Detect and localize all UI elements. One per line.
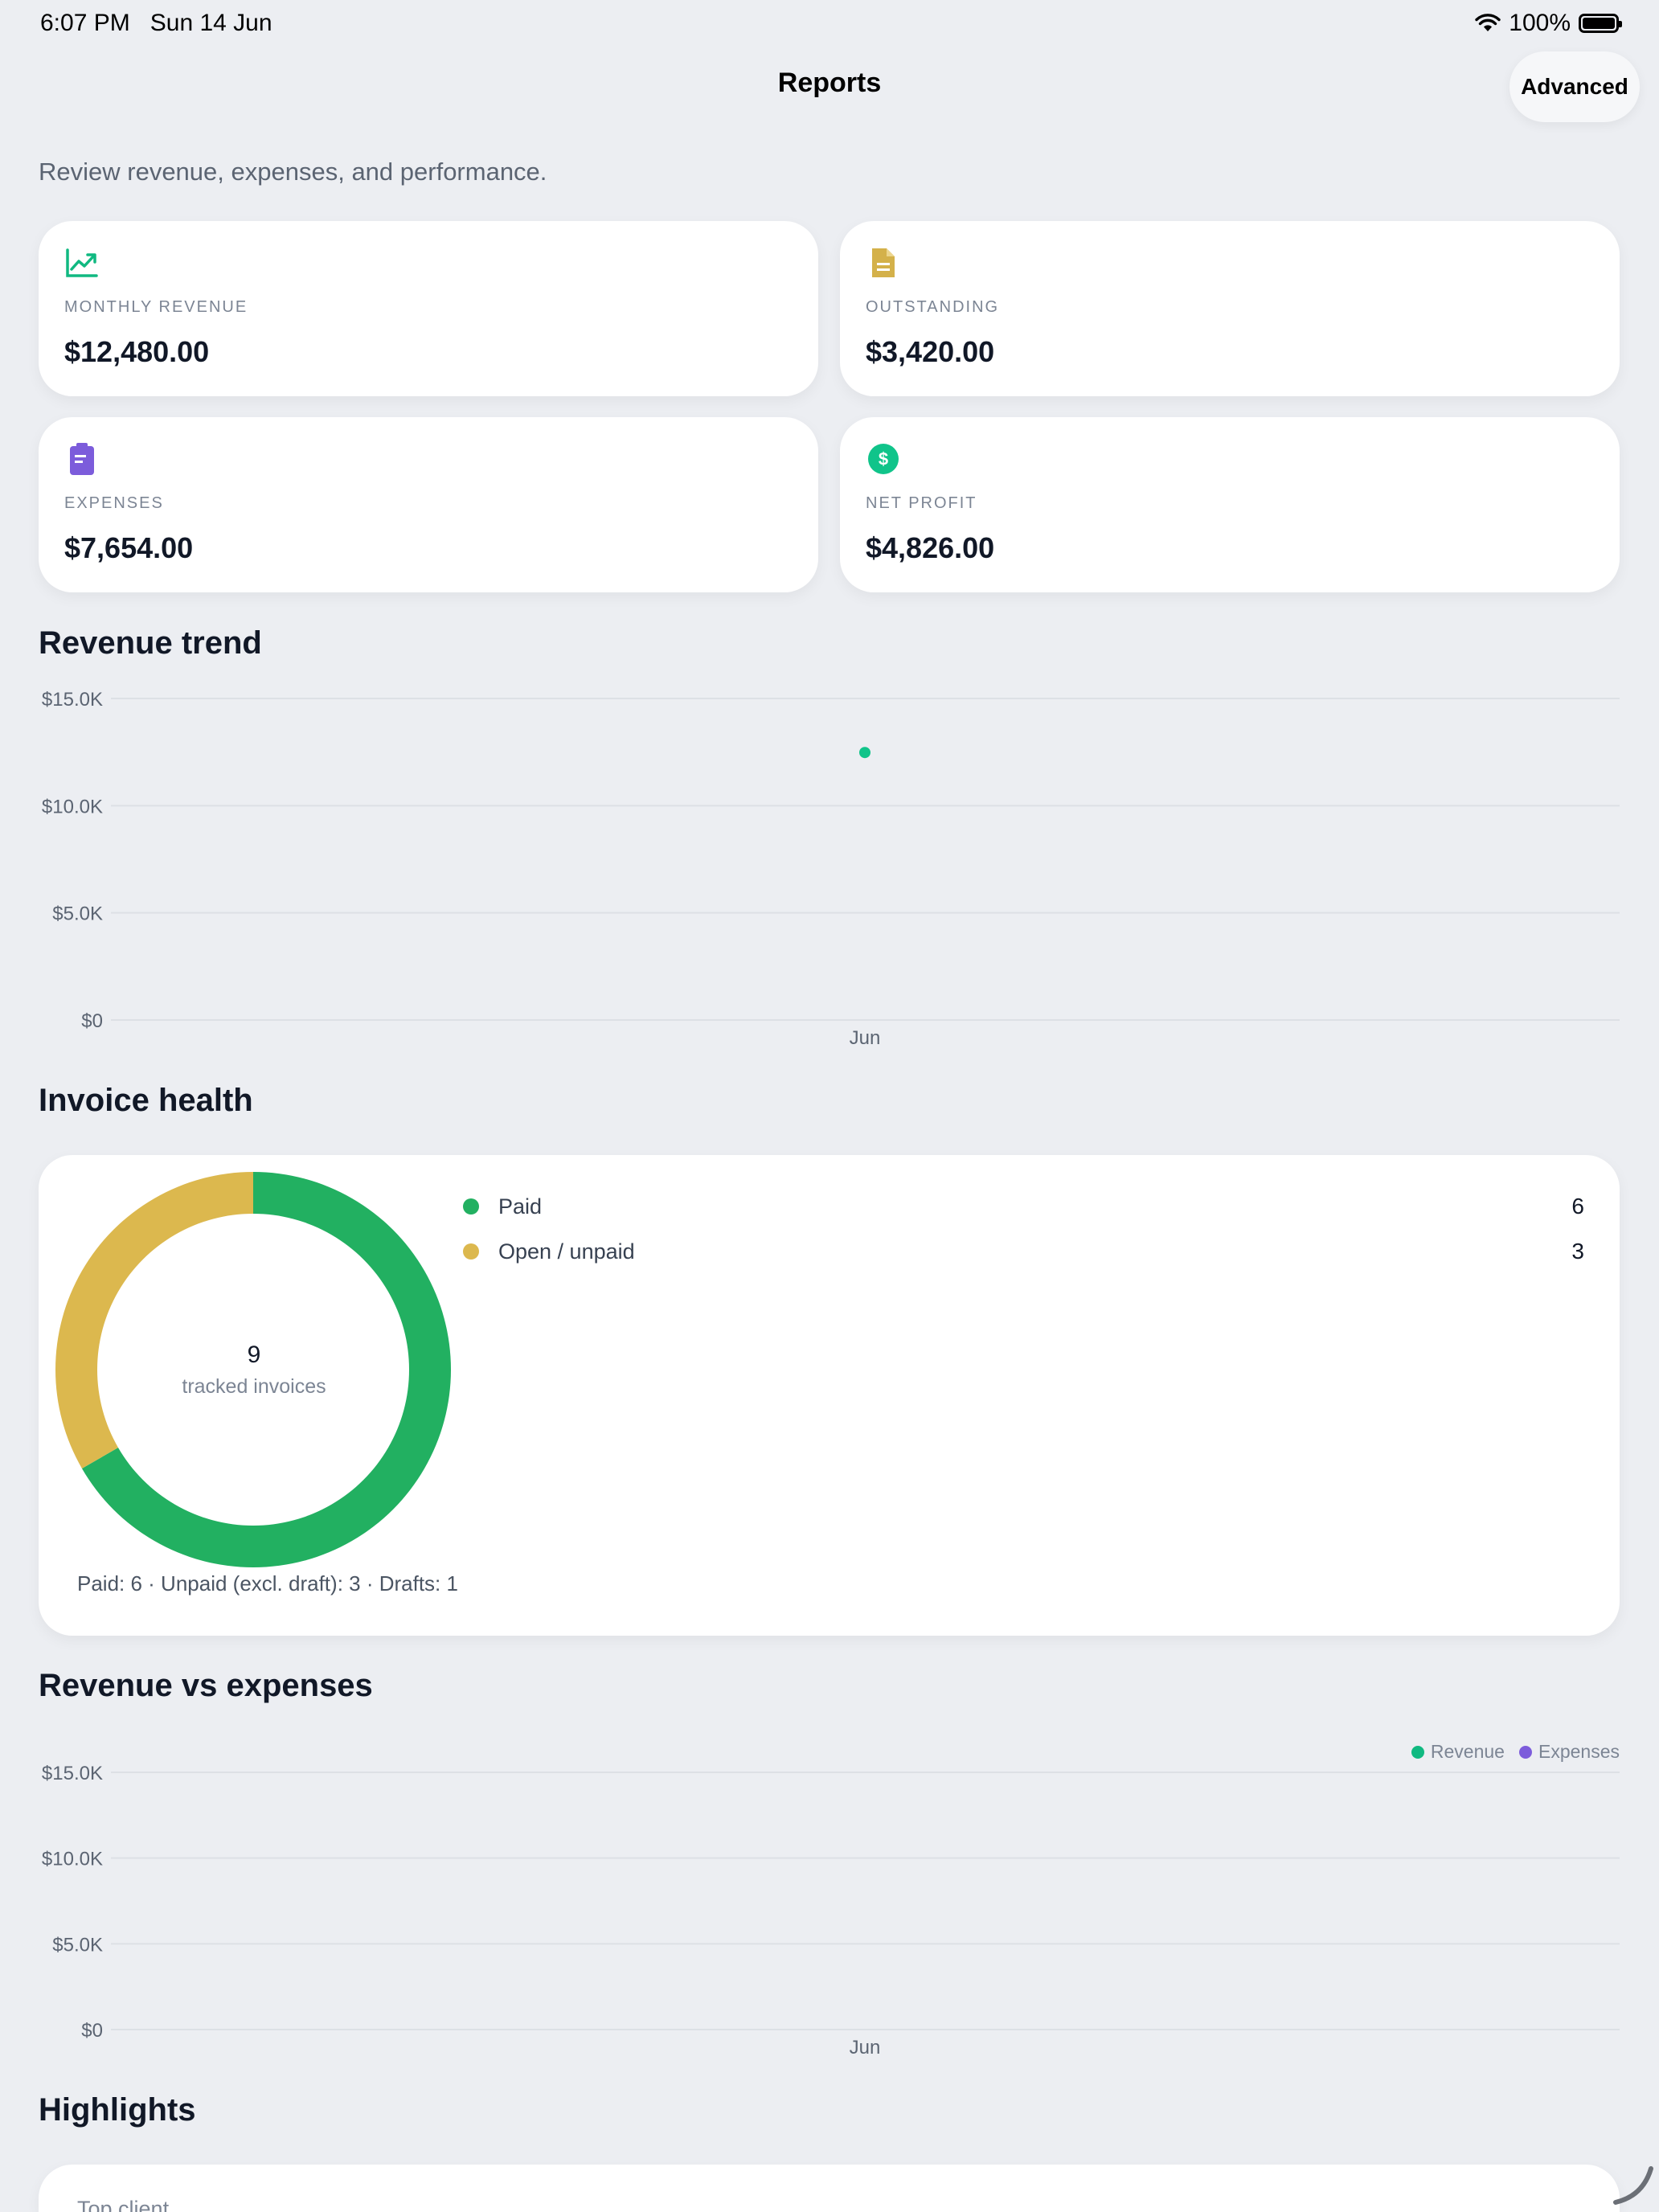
revenue-vs-expenses-y-tick-label: $5.0K <box>52 1934 103 1956</box>
revenue-vs-expenses-x-label: Jun <box>849 2037 881 2058</box>
revenue-vs-expenses-y-tick-label: $0 <box>81 2020 103 2042</box>
scroll-indicator-icon <box>1613 2166 1653 2205</box>
revenue-vs-expenses-y-tick-label: $15.0K <box>42 1763 103 1784</box>
highlights-title: Highlights <box>39 2092 196 2128</box>
highlight-label-top-client: Top client <box>77 2197 170 2212</box>
revenue-vs-expenses-chart: $15.0K $10.0K $5.0K $0 <box>42 1763 1620 2042</box>
revenue-vs-expenses-y-tick-label: $10.0K <box>42 1849 103 1870</box>
highlights-card[interactable]: Top client <box>39 2165 1620 2212</box>
